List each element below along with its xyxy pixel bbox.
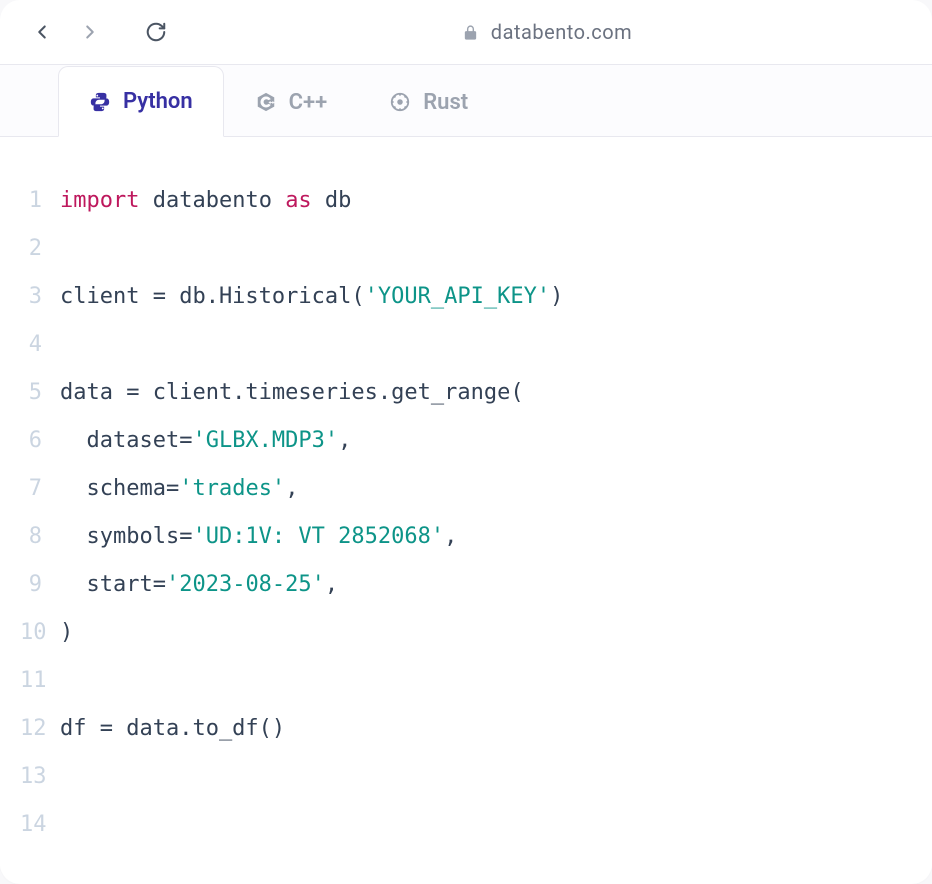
line-number: 9 (20, 561, 60, 609)
code-line: 13 (20, 753, 912, 801)
line-number: 3 (20, 273, 60, 321)
refresh-button[interactable] (142, 18, 170, 46)
code-content: dataset='GLBX.MDP3', (60, 417, 351, 465)
line-number: 8 (20, 513, 60, 561)
tab-python[interactable]: Python (58, 66, 224, 137)
tab-rust[interactable]: Rust (358, 66, 499, 137)
line-number: 11 (20, 657, 60, 705)
code-content (60, 225, 73, 273)
code-line: 9 start='2023-08-25', (20, 561, 912, 609)
code-editor: 1import databento as db2 3client = db.Hi… (0, 137, 932, 869)
line-number: 10 (20, 609, 60, 657)
code-content: ) (60, 609, 73, 657)
line-number: 5 (20, 369, 60, 417)
code-content (60, 321, 73, 369)
code-content: schema='trades', (60, 465, 298, 513)
line-number: 2 (20, 225, 60, 273)
language-tabs: Python C++ Rust (0, 65, 932, 137)
rust-icon (389, 91, 411, 113)
code-content: start='2023-08-25', (60, 561, 338, 609)
back-button[interactable] (28, 18, 56, 46)
code-line: 14 (20, 801, 912, 849)
line-number: 14 (20, 801, 60, 849)
code-line: 12df = data.to_df() (20, 705, 912, 753)
code-line: 4 (20, 321, 912, 369)
browser-window: databento.com Python C++ Rust 1import data… (0, 0, 932, 884)
code-line: 6 dataset='GLBX.MDP3', (20, 417, 912, 465)
line-number: 12 (20, 705, 60, 753)
code-line: 10) (20, 609, 912, 657)
tab-label: Rust (423, 90, 468, 115)
url-bar[interactable]: databento.com (190, 20, 904, 44)
code-line: 3client = db.Historical('YOUR_API_KEY') (20, 273, 912, 321)
code-content: df = data.to_df() (60, 705, 285, 753)
url-text: databento.com (491, 20, 632, 44)
python-icon (89, 91, 111, 113)
line-number: 1 (20, 177, 60, 225)
line-number: 7 (20, 465, 60, 513)
tab-cpp[interactable]: C++ (224, 66, 359, 137)
tab-label: Python (123, 89, 193, 114)
code-content (60, 801, 73, 849)
code-line: 1import databento as db (20, 177, 912, 225)
code-line: 8 symbols='UD:1V: VT 2852068', (20, 513, 912, 561)
code-line: 11 (20, 657, 912, 705)
code-content: import databento as db (60, 177, 351, 225)
lock-icon (462, 24, 479, 41)
code-content: data = client.timeseries.get_range( (60, 369, 524, 417)
code-line: 7 schema='trades', (20, 465, 912, 513)
code-content: symbols='UD:1V: VT 2852068', (60, 513, 457, 561)
cpp-icon (255, 91, 277, 113)
code-line: 5data = client.timeseries.get_range( (20, 369, 912, 417)
code-content: client = db.Historical('YOUR_API_KEY') (60, 273, 563, 321)
tab-label: C++ (289, 90, 328, 115)
code-content (60, 657, 73, 705)
forward-button[interactable] (76, 18, 104, 46)
line-number: 13 (20, 753, 60, 801)
code-line: 2 (20, 225, 912, 273)
browser-toolbar: databento.com (0, 0, 932, 65)
line-number: 4 (20, 321, 60, 369)
code-content (60, 753, 73, 801)
line-number: 6 (20, 417, 60, 465)
